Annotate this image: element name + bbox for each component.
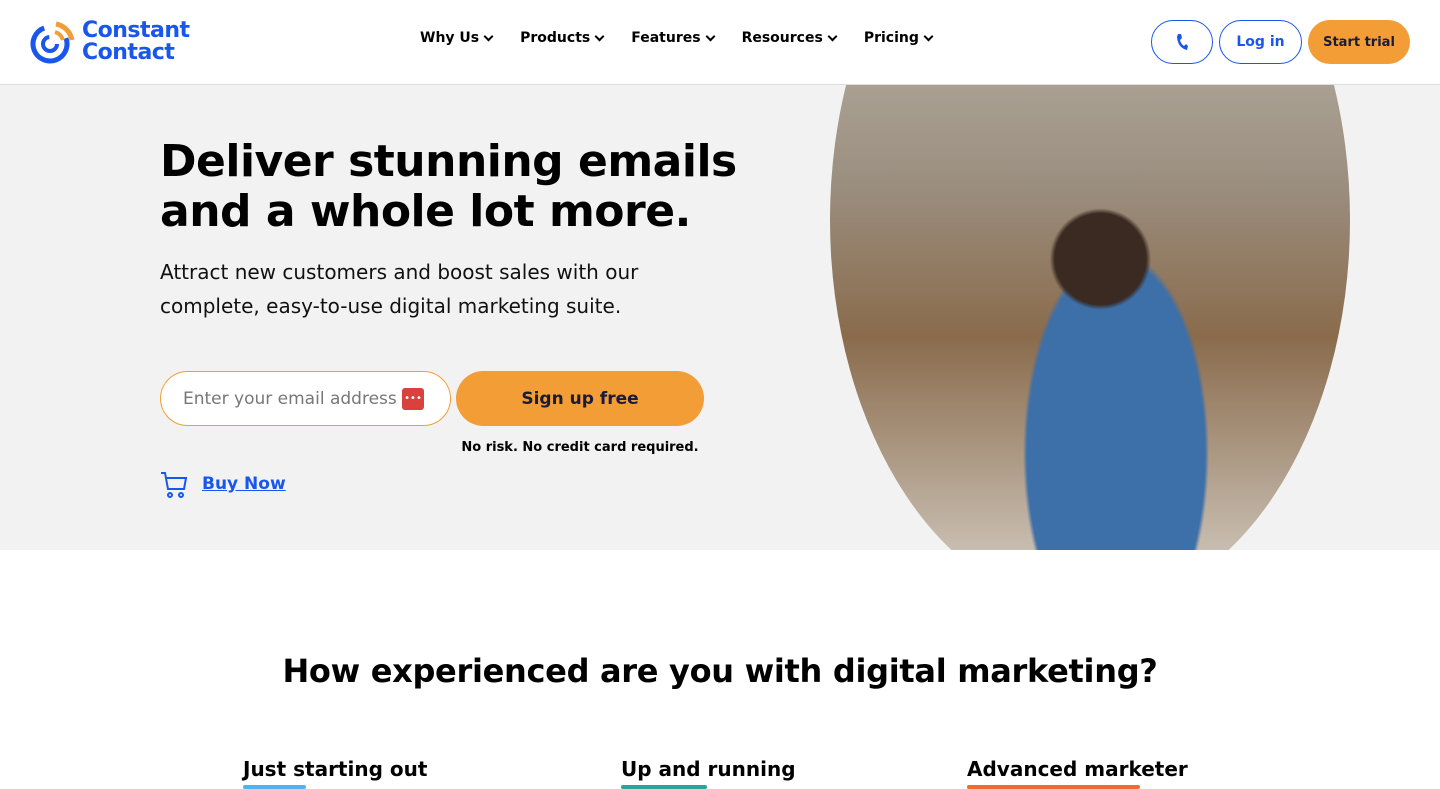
main-nav: Why Us Products Features Resources Prici… — [420, 30, 934, 46]
shopping-cart-icon — [161, 472, 188, 498]
logo[interactable]: Constant Contact — [30, 18, 190, 66]
nav-pricing[interactable]: Pricing — [863, 30, 934, 46]
chevron-down-icon — [827, 31, 838, 41]
email-input[interactable]: Enter your email address ••• — [160, 371, 451, 426]
logo-icon — [30, 21, 75, 64]
nav-label: Resources — [741, 30, 823, 46]
hero-subtitle: Attract new customers and boost sales wi… — [160, 260, 639, 318]
sign-up-free-button[interactable]: Sign up free — [456, 371, 704, 426]
hero-section: Deliver stunning emails and a whole lot m… — [0, 85, 1440, 550]
chevron-down-icon — [594, 31, 605, 41]
level-underline — [967, 785, 1140, 789]
level-underline — [243, 785, 306, 789]
level-advanced[interactable]: Advanced marketer — [967, 757, 1188, 789]
nav-label: Pricing — [863, 30, 919, 46]
logo-line1: Constant — [82, 18, 190, 43]
phone-icon — [1177, 34, 1188, 50]
no-risk-note: No risk. No credit card required. — [461, 440, 699, 455]
buy-now-link[interactable]: Buy Now — [202, 474, 286, 494]
login-button[interactable]: Log in — [1219, 20, 1302, 64]
phone-button[interactable] — [1151, 20, 1213, 64]
nav-label: Why Us — [420, 30, 480, 46]
hero-photo — [830, 85, 1350, 550]
chevron-down-icon — [483, 31, 494, 41]
site-header: Constant Contact Why Us Products Features… — [0, 0, 1440, 85]
start-trial-button[interactable]: Start trial — [1308, 20, 1410, 64]
password-manager-icon[interactable]: ••• — [402, 388, 424, 410]
chevron-down-icon — [705, 31, 716, 41]
nav-label: Products — [520, 30, 591, 46]
logo-line2: Contact — [82, 40, 175, 65]
experience-title: How experienced are you with digital mar… — [282, 652, 1158, 690]
nav-resources[interactable]: Resources — [741, 30, 838, 46]
chevron-down-icon — [923, 31, 934, 41]
level-underline — [621, 785, 707, 789]
nav-products[interactable]: Products — [520, 30, 605, 46]
nav-why-us[interactable]: Why Us — [420, 30, 494, 46]
hero-title: Deliver stunning emails and a whole lot m… — [160, 136, 737, 237]
nav-features[interactable]: Features — [631, 30, 716, 46]
nav-label: Features — [631, 30, 701, 46]
buy-now-link-group: Buy Now — [160, 470, 286, 498]
level-just-starting[interactable]: Just starting out — [243, 757, 427, 789]
email-placeholder: Enter your email address — [183, 388, 397, 409]
level-up-and-running[interactable]: Up and running — [621, 757, 796, 789]
